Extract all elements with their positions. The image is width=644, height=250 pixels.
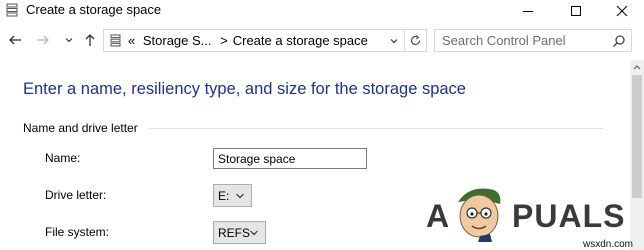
- window-title: Create a storage space: [26, 2, 162, 17]
- appuals-watermark: A PUALS: [420, 188, 632, 242]
- storage-spaces-icon: [6, 3, 18, 17]
- chevron-down-icon: [390, 39, 398, 44]
- back-button[interactable]: [6, 31, 24, 49]
- site-watermark: wsxdn.com: [583, 239, 634, 250]
- address-bar[interactable]: « Storage S... > Create a storage space: [103, 29, 405, 52]
- watermark-letter-a: A: [426, 198, 450, 234]
- recent-locations-button[interactable]: [60, 31, 78, 49]
- close-button[interactable]: [599, 0, 644, 22]
- section-title: Name and drive letter: [23, 121, 138, 135]
- up-button[interactable]: [81, 31, 99, 49]
- close-icon: [616, 5, 628, 17]
- vertical-scrollbar[interactable]: [630, 60, 644, 250]
- maximize-icon: [571, 6, 581, 16]
- address-dropdown-button[interactable]: [386, 33, 402, 49]
- search-box[interactable]: [434, 29, 632, 52]
- minimize-button[interactable]: [505, 0, 551, 22]
- scroll-thumb[interactable]: [632, 75, 642, 198]
- chevron-down-icon: [65, 38, 73, 43]
- title-bar: Create a storage space: [0, 0, 644, 22]
- file-system-select[interactable]: REFS: [213, 221, 266, 244]
- search-icon[interactable]: [612, 34, 626, 48]
- navigation-bar: « Storage S... > Create a storage space: [0, 28, 644, 54]
- breadcrumb-separator[interactable]: >: [220, 33, 228, 48]
- breadcrumb-item-create[interactable]: Create a storage space: [233, 33, 368, 48]
- chevron-up-icon: [633, 65, 641, 70]
- file-system-label: File system:: [45, 225, 110, 239]
- page-heading: Enter a name, resiliency type, and size …: [23, 80, 466, 98]
- name-field[interactable]: [213, 148, 367, 169]
- arrow-left-icon: [9, 35, 21, 45]
- refresh-icon: [410, 35, 421, 46]
- chevron-down-icon: [236, 193, 244, 199]
- section-divider: [148, 128, 603, 129]
- scroll-up-button[interactable]: [630, 60, 644, 74]
- drive-letter-value: E:: [218, 189, 230, 203]
- arrow-right-icon: [37, 35, 49, 45]
- minimize-icon: [523, 11, 533, 12]
- breadcrumb-overflow[interactable]: «: [128, 33, 135, 48]
- file-system-value: REFS: [218, 226, 251, 240]
- storage-spaces-icon: [110, 34, 121, 47]
- breadcrumb: « Storage S... > Create a storage space: [128, 33, 368, 48]
- breadcrumb-item-storage-spaces[interactable]: Storage S...: [143, 33, 212, 48]
- chevron-down-icon: [250, 230, 258, 236]
- mascot-icon: [458, 188, 501, 242]
- name-label: Name:: [45, 151, 81, 165]
- drive-letter-select[interactable]: E:: [213, 184, 252, 207]
- search-input[interactable]: [435, 30, 611, 51]
- arrow-up-icon: [85, 34, 95, 46]
- watermark-text: PUALS: [512, 198, 626, 234]
- maximize-button[interactable]: [553, 0, 599, 22]
- drive-letter-label: Drive letter:: [45, 188, 107, 202]
- forward-button[interactable]: [34, 31, 52, 49]
- refresh-button[interactable]: [405, 29, 427, 52]
